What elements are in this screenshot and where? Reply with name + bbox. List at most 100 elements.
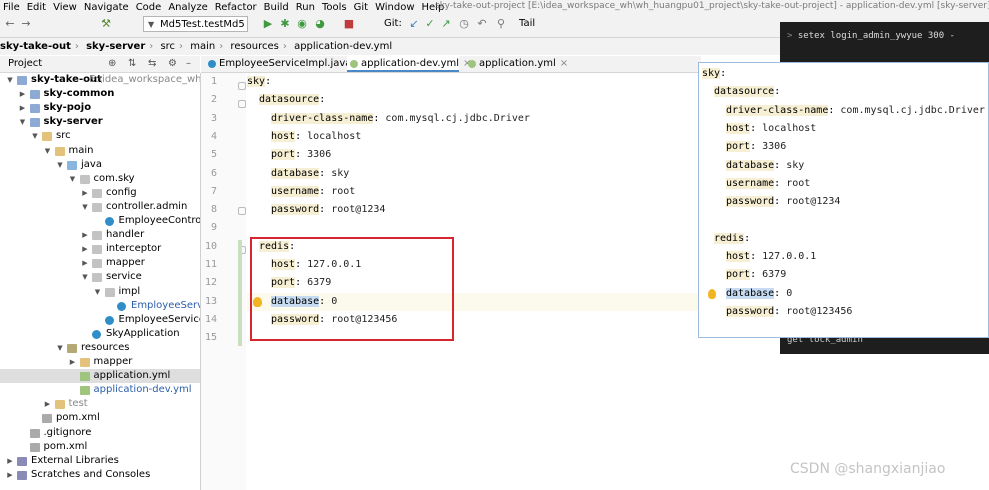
tree-item[interactable]: EmployeeContro	[0, 214, 200, 228]
file-icon	[42, 414, 52, 424]
expand-icon[interactable]: ⇅	[128, 56, 136, 72]
tree-item[interactable]: ▼ sky-server	[0, 115, 200, 129]
tree-item[interactable]: ▼ impl	[0, 285, 200, 299]
tree-item[interactable]: ▶ interceptor	[0, 242, 200, 256]
collapse-icon[interactable]: ⇆	[148, 56, 156, 72]
fold-marker-icon[interactable]	[238, 207, 246, 215]
fold-marker-icon[interactable]	[238, 100, 246, 108]
tree-item[interactable]: ▶ config	[0, 186, 200, 200]
build-hammer-icon[interactable]: ⚒	[100, 18, 112, 30]
chevron-down-icon[interactable]: ▼	[81, 270, 89, 284]
chevron-right-icon[interactable]: ▶	[19, 101, 27, 115]
breadcrumb-item[interactable]: src	[160, 38, 175, 55]
menu-item-git[interactable]: Git	[351, 1, 372, 13]
chevron-right-icon[interactable]: ▶	[81, 256, 89, 270]
chevron-down-icon[interactable]: ▼	[19, 115, 27, 129]
rollback-icon[interactable]: ↶	[476, 18, 488, 30]
debug-icon[interactable]: ✱	[279, 18, 291, 30]
menu-item-refactor[interactable]: Refactor	[212, 1, 261, 13]
editor-tab[interactable]: application.yml ×	[465, 56, 568, 72]
editor-tab[interactable]: application-dev.yml×	[347, 56, 471, 72]
search-icon[interactable]: ⚲	[495, 18, 507, 30]
chevron-right-icon[interactable]: ▶	[6, 468, 14, 482]
tree-item[interactable]: EmployeeServ	[0, 299, 200, 313]
menu-item-build[interactable]: Build	[261, 1, 293, 13]
run-configuration-select[interactable]: ▼ Md5Test.testMd5	[143, 16, 248, 32]
tree-item[interactable]: ▼ src	[0, 129, 200, 143]
tree-item[interactable]: ▼ com.sky	[0, 172, 200, 186]
stop-icon[interactable]: ■	[343, 18, 355, 30]
profile-icon[interactable]: ◕	[314, 18, 326, 30]
project-panel-title[interactable]: Project	[8, 56, 42, 72]
fold-marker-icon[interactable]	[238, 82, 246, 90]
tree-item[interactable]: ▼ java	[0, 158, 200, 172]
menu-item-view[interactable]: View	[50, 1, 81, 13]
tree-item[interactable]: application-dev.yml	[0, 383, 200, 397]
tree-item[interactable]: ▼sky-take-outE:\idea_workspace_wh\wh	[0, 73, 200, 87]
tree-item[interactable]: application.yml	[0, 369, 200, 384]
tree-item[interactable]: pom.xml	[0, 411, 200, 425]
tree-item[interactable]: ▼ resources	[0, 341, 200, 355]
chevron-down-icon[interactable]: ▼	[6, 73, 14, 87]
chevron-down-icon[interactable]: ▼	[69, 172, 77, 186]
forward-arrow-icon[interactable]: →	[20, 18, 32, 30]
menu-item-code[interactable]: Code	[133, 1, 166, 13]
chevron-down-icon[interactable]: ▼	[56, 341, 64, 355]
menu-item-file[interactable]: File	[0, 1, 24, 13]
tree-item[interactable]: ▼ service	[0, 270, 200, 284]
chevron-right-icon[interactable]: ▶	[69, 355, 77, 369]
menu-item-edit[interactable]: Edit	[24, 1, 50, 13]
tree-item[interactable]: ▶ External Libraries	[0, 454, 200, 468]
history-icon[interactable]: ◷	[458, 18, 470, 30]
tree-item[interactable]: ▼ controller.admin	[0, 200, 200, 214]
tree-item[interactable]: .gitignore	[0, 426, 200, 440]
git-commit-icon[interactable]: ✓	[424, 18, 436, 30]
chevron-down-icon[interactable]: ▼	[81, 200, 89, 214]
git-push-icon[interactable]: ↗	[440, 18, 452, 30]
breadcrumb-item[interactable]: sky-server	[86, 38, 145, 55]
back-arrow-icon[interactable]: ←	[4, 18, 16, 30]
breadcrumb-item[interactable]: main	[190, 38, 215, 55]
gear-icon[interactable]: ⚙	[168, 56, 177, 72]
chevron-right-icon[interactable]: ▶	[6, 454, 14, 468]
chevron-right-icon[interactable]: ▶	[81, 228, 89, 242]
menu-item-tools[interactable]: Tools	[319, 1, 351, 13]
menu-item-run[interactable]: Run	[293, 1, 319, 13]
chevron-right-icon[interactable]: ▶	[19, 87, 27, 101]
close-icon[interactable]: ×	[556, 58, 568, 69]
tree-item[interactable]: ▶ test	[0, 397, 200, 411]
tree-item-label: sky-common	[43, 88, 115, 100]
chevron-right-icon[interactable]: ▶	[81, 186, 89, 200]
tree-item[interactable]: ▶ sky-common	[0, 87, 200, 101]
tree-item[interactable]: pom.xml	[0, 440, 200, 454]
breadcrumb-item[interactable]: sky-take-out	[0, 38, 71, 55]
menu-item-window[interactable]: Window	[372, 1, 418, 13]
chevron-right-icon[interactable]: ▶	[44, 397, 52, 411]
chevron-down-icon[interactable]: ▼	[44, 144, 52, 158]
chevron-down-icon[interactable]: ▼	[31, 129, 39, 143]
run-icon[interactable]: ▶	[262, 18, 274, 30]
chevron-down-icon[interactable]: ▼	[56, 158, 64, 172]
chevron-down-icon[interactable]: ▼	[94, 285, 102, 299]
menu-item-analyze[interactable]: Analyze	[165, 1, 211, 13]
tree-item[interactable]: ▶ Scratches and Consoles	[0, 468, 200, 482]
coverage-icon[interactable]: ◉	[296, 18, 308, 30]
tree-item[interactable]: ▼ main	[0, 144, 200, 158]
chevron-right-icon[interactable]: ▶	[81, 242, 89, 256]
lightbulb-icon[interactable]	[708, 288, 716, 299]
breadcrumb-item[interactable]: application-dev.yml	[294, 38, 392, 55]
tail-button[interactable]: Tail	[519, 18, 535, 29]
tree-item[interactable]: ▶ handler	[0, 228, 200, 242]
git-update-icon[interactable]: ↙	[408, 18, 420, 30]
tree-item[interactable]: ▶ mapper	[0, 355, 200, 369]
tree-item[interactable]: ▶ mapper	[0, 256, 200, 270]
tree-item[interactable]: SkyApplication	[0, 327, 200, 341]
editor-tab[interactable]: EmployeeServiceImpl.java×	[205, 56, 364, 72]
minimize-icon[interactable]: –	[186, 56, 191, 72]
tree-item[interactable]: ▶ sky-pojo	[0, 101, 200, 115]
pkg-icon	[79, 174, 90, 184]
tree-item[interactable]: EmployeeService	[0, 313, 200, 327]
menu-item-navigate[interactable]: Navigate	[81, 1, 133, 13]
locate-icon[interactable]: ⊕	[108, 56, 116, 72]
breadcrumb-item[interactable]: resources	[230, 38, 278, 55]
